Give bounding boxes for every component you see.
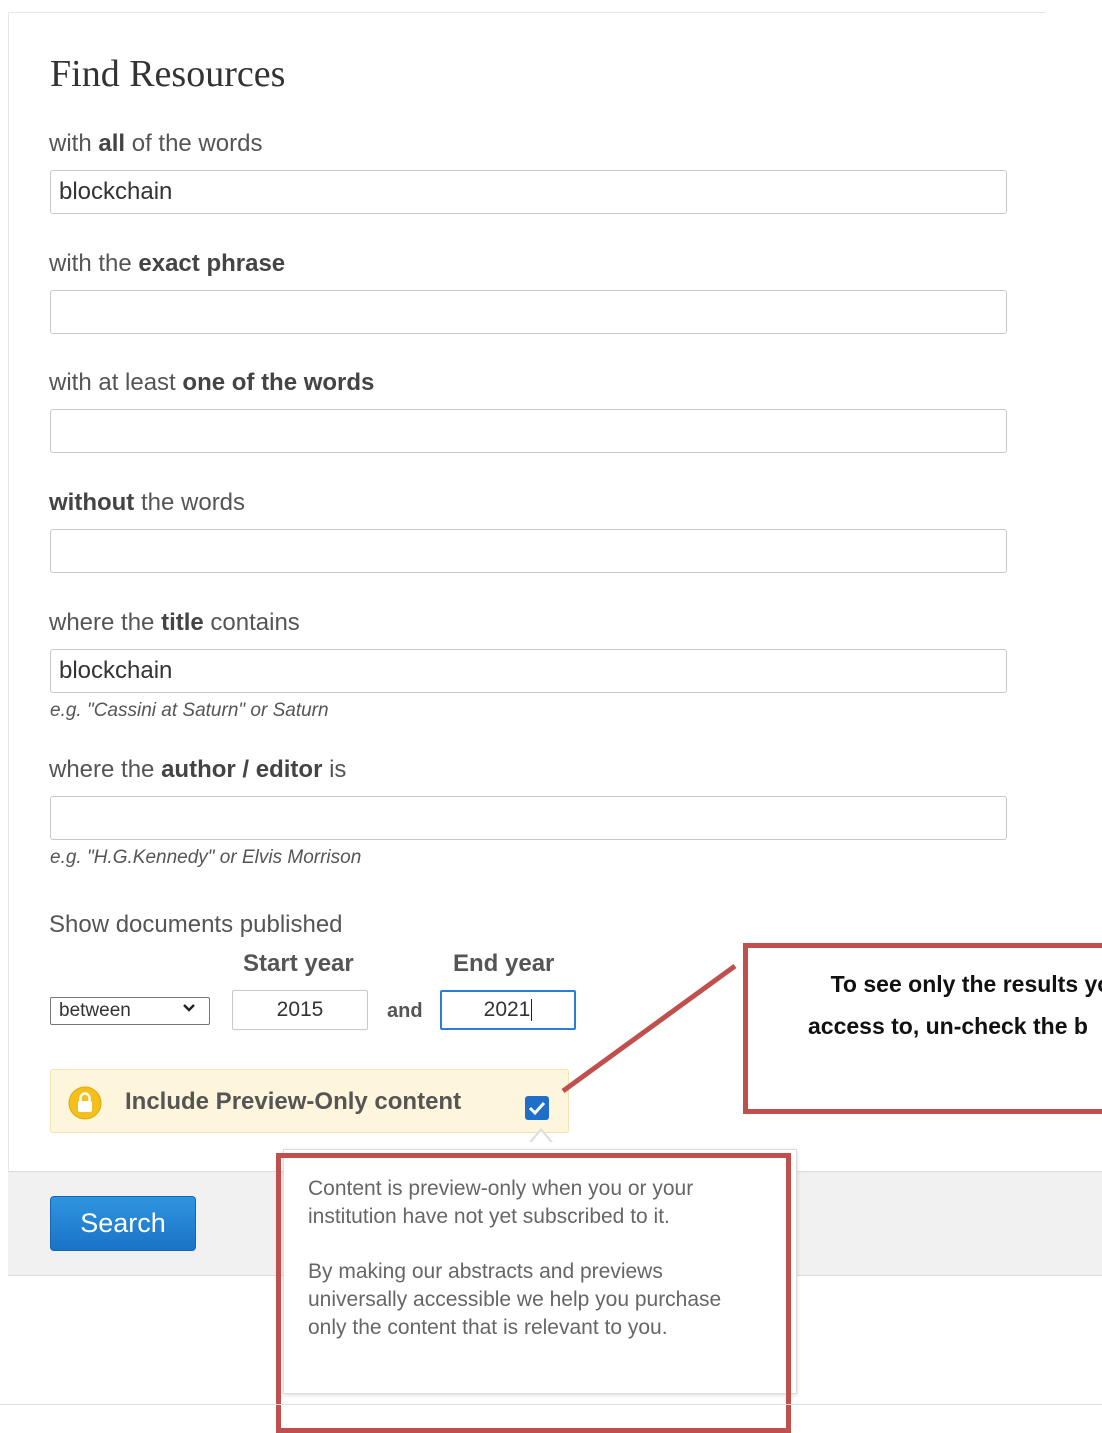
page-divider [0,1404,1102,1405]
callout-line-1: To see only the results you [830,971,1102,997]
callout-line-2: access to, un-check the b [808,1013,1088,1039]
callout-annotation-box: To see only the results you access to, u… [743,943,1102,1114]
callout-arrow [561,963,737,1094]
